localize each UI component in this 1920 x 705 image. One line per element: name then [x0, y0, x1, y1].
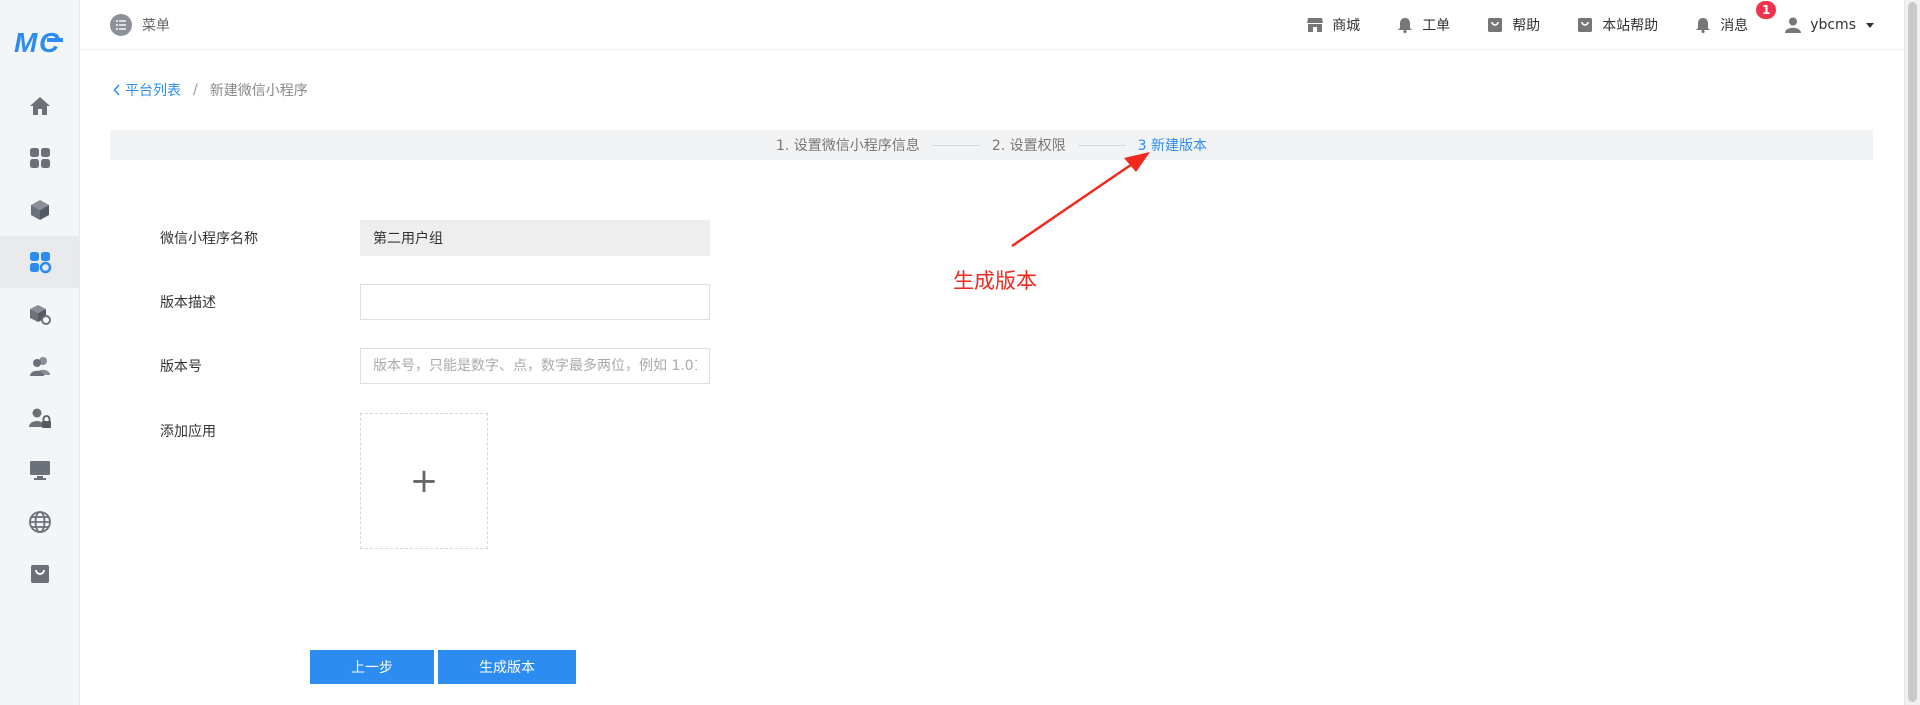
bag-icon [1578, 18, 1593, 32]
sidebar-item-module[interactable] [0, 184, 79, 236]
chevron-down-icon [1866, 22, 1874, 28]
breadcrumb-back-link[interactable]: 平台列表 [113, 80, 181, 100]
cubes-settings-icon [29, 305, 51, 325]
add-app-label: 添加应用 [160, 424, 216, 440]
sidebar-item-module-settings[interactable] [0, 288, 79, 340]
sidebar-item-system[interactable] [0, 444, 79, 496]
bag-icon [30, 565, 49, 583]
top-nav-messages-label: 消息 [1720, 18, 1749, 34]
top-nav-store-label: 商城 [1332, 18, 1361, 34]
bell-icon [1398, 18, 1413, 34]
top-nav-help-label: 帮助 [1512, 18, 1541, 34]
step-indicator: 1. 设置微信小程序信息 2. 设置权限 3 新建版本 [110, 130, 1873, 160]
sidebar-item-home[interactable] [0, 80, 79, 132]
step-connector [931, 144, 980, 146]
step-2: 2. 设置权限 [991, 138, 1066, 154]
generate-version-button[interactable]: 生成版本 [438, 650, 576, 684]
add-app-upload[interactable]: + [360, 413, 488, 549]
message-count-badge: 1 [1756, 1, 1777, 19]
version-desc-label: 版本描述 [160, 295, 216, 311]
sidebar-item-apps[interactable] [0, 132, 79, 184]
scrollbar-thumb[interactable] [1908, 2, 1917, 702]
top-nav-ticket[interactable]: 工单 [1396, 15, 1450, 35]
breadcrumb-separator: / [193, 82, 198, 98]
menu-label: 菜单 [142, 18, 170, 34]
menu-icon [110, 14, 132, 36]
sidebar: M C [0, 0, 80, 705]
breadcrumb-parent: 平台列表 [125, 83, 181, 99]
breadcrumb-current: 新建微信小程序 [209, 83, 308, 99]
svg-text:M: M [14, 27, 38, 58]
chevron-left-icon [113, 84, 120, 96]
plus-icon: + [409, 461, 439, 501]
top-nav-store[interactable]: 商城 [1306, 15, 1360, 35]
breadcrumb: 平台列表 / 新建微信小程序 [113, 80, 308, 100]
top-nav-ticket-label: 工单 [1422, 18, 1451, 34]
sidebar-item-store[interactable] [0, 548, 79, 600]
top-nav-site-help-label: 本站帮助 [1602, 18, 1659, 34]
topbar: 菜单 商城 工单 帮助 本站帮助 消息 1 ybcms [80, 0, 1904, 50]
apps-grid-icon [29, 148, 50, 168]
user-name: ybcms [1810, 17, 1856, 33]
sidebar-item-site[interactable] [0, 496, 79, 548]
home-icon [29, 97, 50, 115]
mc-logo: M C [14, 27, 63, 58]
svg-text:C: C [39, 27, 60, 58]
top-nav-messages[interactable]: 消息 1 [1694, 1, 1777, 35]
miniprogram-name-field[interactable] [360, 220, 710, 256]
step-connector [1077, 144, 1126, 146]
top-nav-help[interactable]: 帮助 [1486, 15, 1540, 35]
user-lock-icon [28, 408, 51, 428]
cube-icon [30, 200, 49, 220]
sidebar-item-permissions[interactable] [0, 392, 79, 444]
version-number-field[interactable] [360, 348, 710, 384]
user-icon [1785, 17, 1802, 33]
step-1: 1. 设置微信小程序信息 [776, 138, 920, 154]
step-3: 3 新建版本 [1137, 138, 1207, 154]
bag-icon [1488, 18, 1503, 32]
menu-toggle[interactable]: 菜单 [110, 14, 170, 36]
globe-icon [28, 511, 51, 533]
sidebar-item-platform[interactable] [0, 236, 79, 288]
scrollbar[interactable] [1904, 0, 1920, 705]
top-nav: 商城 工单 帮助 本站帮助 消息 1 ybcms [1306, 0, 1904, 50]
version-desc-field[interactable] [360, 284, 710, 320]
sidebar-item-users[interactable] [0, 340, 79, 392]
top-nav-site-help[interactable]: 本站帮助 [1576, 15, 1658, 35]
users-icon [29, 357, 50, 376]
store-icon [1307, 18, 1324, 32]
annotation-arrow [1011, 152, 1150, 248]
version-number-label: 版本号 [160, 359, 202, 375]
user-menu[interactable]: ybcms [1784, 16, 1874, 34]
monitor-icon [29, 461, 50, 480]
bell-icon [1696, 18, 1711, 34]
annotation-label: 生成版本 [953, 269, 1037, 293]
prev-step-button[interactable]: 上一步 [310, 650, 434, 684]
apps-settings-icon [29, 252, 51, 274]
name-label: 微信小程序名称 [160, 231, 258, 247]
